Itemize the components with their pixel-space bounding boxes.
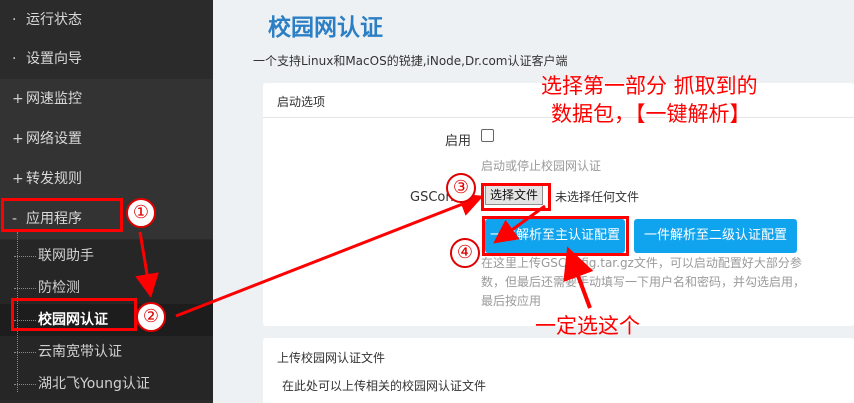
annotation-note-line1: 选择第一部分 抓取到的: [541, 74, 758, 98]
sidebar-item-setup-wizard[interactable]: · 设置向导: [0, 39, 213, 79]
sidebar-item-status[interactable]: · 运行状态: [0, 0, 213, 40]
page-title: 校园网认证: [268, 15, 383, 41]
annotation-circle-1: ①: [126, 198, 156, 228]
sidebar-item-label: 网络设置: [26, 131, 82, 147]
highlight-parse-main: [482, 216, 629, 256]
page-description: 一个支持Linux和MacOS的锐捷,iNode,Dr.com认证客户端: [253, 54, 568, 68]
panel-header: 上传校园网认证文件: [277, 351, 386, 365]
upload-hint: 在这里上传GSConfig.tar.gz文件，可以启动配置好大部分参数，但最后还…: [481, 256, 806, 308]
enable-label: 启用: [445, 134, 472, 149]
sidebar-item-network-settings[interactable]: + 网络设置: [0, 119, 213, 159]
sidebar-item-forwarding-rules[interactable]: + 转发规则: [0, 159, 213, 199]
upload-auth-file-panel: 上传校园网认证文件 在此处可以上传相关的校园网认证文件: [263, 338, 854, 403]
panel-header: 启动选项: [277, 95, 326, 109]
sidebar-subitem-yunnan-broadband-auth[interactable]: 云南宽带认证: [0, 336, 213, 368]
sidebar-item-label: 设置向导: [26, 51, 82, 67]
highlight-choose-file: [481, 183, 551, 211]
sidebar-item-speed-monitor[interactable]: + 网速监控: [0, 79, 213, 119]
enable-checkbox[interactable]: [481, 129, 494, 142]
annotation-circle-2: ②: [136, 302, 166, 332]
enable-hint: 启动或停止校园网认证: [481, 159, 602, 173]
annotation-note-bottom: 一定选这个: [535, 314, 640, 338]
file-status: 未选择任何文件: [555, 190, 640, 204]
sidebar-subitem-network-assistant[interactable]: 联网助手: [0, 240, 213, 272]
sidebar-item-label: 转发规则: [26, 171, 82, 187]
highlight-campus-auth: [11, 298, 137, 331]
panel-description: 在此处可以上传相关的校园网认证文件: [282, 379, 487, 393]
sidebar-item-label: 运行状态: [26, 12, 82, 28]
sidebar-item-label: 网速监控: [26, 91, 82, 107]
sidebar-subitem-hubei-young-auth[interactable]: 湖北飞Young认证: [0, 368, 213, 400]
sidebar-subitem-label: 联网助手: [38, 248, 94, 264]
highlight-applications: [1, 198, 123, 232]
annotation-note-line2: 数据包，【一键解析】: [551, 102, 751, 126]
annotation-circle-4: ④: [450, 238, 480, 268]
sidebar-subitem-label: 云南宽带认证: [38, 344, 122, 360]
sidebar-subitem-label: 湖北飞Young认证: [38, 376, 150, 392]
sidebar-subitem-label: 防检测: [38, 280, 80, 296]
parse-to-secondary-config-button[interactable]: 一件解析至二级认证配置: [634, 219, 797, 253]
annotation-circle-3: ③: [446, 173, 476, 203]
